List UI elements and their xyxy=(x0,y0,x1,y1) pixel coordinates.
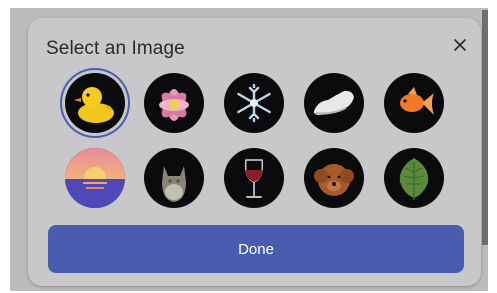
backdrop-edge xyxy=(482,10,488,245)
select-image-dialog: Select an Image Done xyxy=(28,18,481,286)
goldfish-icon xyxy=(400,87,434,115)
snowflake-icon xyxy=(237,83,271,123)
image-option-lotus[interactable] xyxy=(144,73,204,133)
image-option-dog[interactable] xyxy=(304,148,364,208)
image-grid xyxy=(28,18,481,228)
dog-icon xyxy=(314,164,354,196)
rubber-duck-icon xyxy=(74,87,114,123)
cat-icon xyxy=(162,166,186,202)
image-option-wine-glass[interactable] xyxy=(224,148,284,208)
image-option-duck[interactable] xyxy=(65,73,125,133)
sneaker-icon xyxy=(313,90,354,115)
image-option-goldfish[interactable] xyxy=(384,73,444,133)
image-option-cat[interactable] xyxy=(144,148,204,208)
lotus-flower-icon xyxy=(159,89,189,121)
image-option-leaf[interactable] xyxy=(384,148,444,208)
image-option-snowflake[interactable] xyxy=(224,73,284,133)
leaf-icon xyxy=(399,158,429,200)
done-button[interactable]: Done xyxy=(48,225,464,273)
image-option-sneaker[interactable] xyxy=(304,73,364,133)
image-option-sunset[interactable] xyxy=(65,148,125,208)
wine-glass-icon xyxy=(244,159,264,198)
sunset-icon xyxy=(65,148,125,208)
